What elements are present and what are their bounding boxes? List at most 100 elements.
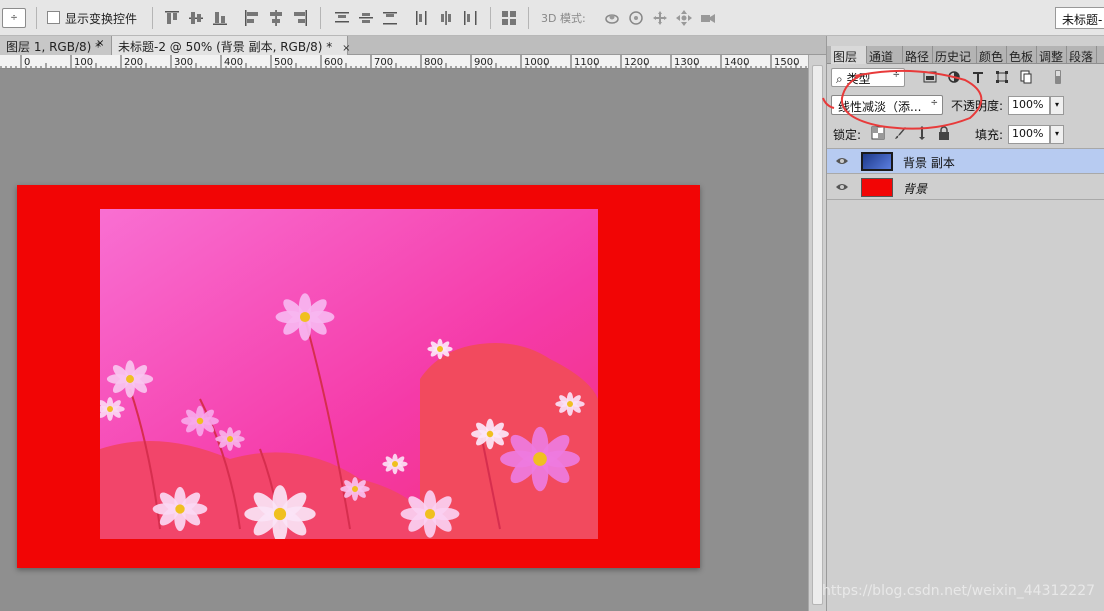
drag-icon[interactable] (652, 9, 668, 27)
adjustment-filter-icon[interactable] (947, 70, 961, 84)
align-right-icon[interactable] (292, 9, 308, 27)
panel-tab-bar: 图层 通道 路径 历史记 颜色 色板 调整 段落 (827, 46, 1104, 64)
chevron-down-icon: ÷ (892, 70, 900, 80)
align-top-icon[interactable] (164, 9, 180, 27)
tab-label: 图层 1, RGB/8) * (6, 40, 102, 54)
ruler-tick-label: 700 (374, 57, 393, 68)
filter-label: ⌕ 类型 (836, 72, 871, 86)
layer-row-background-copy[interactable]: 背景 副本 (827, 149, 1104, 174)
panel-tab[interactable]: 图层 (831, 46, 867, 64)
ruler-tick-label: 100 (74, 57, 93, 68)
align-bottom-icon[interactable] (212, 9, 228, 27)
opacity-dropdown-button[interactable]: ▾ (1050, 96, 1064, 115)
document-tab-untitled2[interactable]: 未标题-2 @ 50% (背景 副本, RGB/8) * × (112, 36, 350, 55)
panel-tab[interactable]: 调整 (1037, 46, 1067, 64)
lock-position-move-icon[interactable] (915, 126, 929, 140)
blend-mode-value: 线性减淡（添... (838, 100, 922, 114)
layer-filter-dropdown[interactable]: ⌕ 类型 ÷ (831, 68, 905, 87)
ruler-tick-label: 1500 (774, 57, 799, 68)
smart-filter-icon[interactable] (1019, 70, 1033, 84)
tab-label: 未标题-2 @ 50% (背景 副本, RGB/8) * (118, 40, 333, 54)
panel-tab[interactable]: 色板 (1007, 46, 1037, 64)
panel-tab[interactable]: 颜色 (977, 46, 1007, 64)
flower-center (567, 401, 573, 407)
ruler-tick-label: 600 (324, 57, 343, 68)
roll-icon[interactable] (628, 9, 644, 27)
tool-preset-dropdown[interactable]: ÷ (2, 8, 26, 28)
close-icon[interactable]: × (96, 38, 104, 49)
ruler-tick-label: 800 (424, 57, 443, 68)
flower-center (196, 417, 204, 425)
panel-tab[interactable]: 段落 (1067, 46, 1097, 64)
distribute-icon[interactable] (462, 9, 478, 27)
shape-filter-icon[interactable] (995, 70, 1009, 84)
separator (320, 7, 321, 29)
watermark-text: https://blog.csdn.net/weixin_44312227 (822, 583, 1096, 599)
eye-icon[interactable] (835, 181, 849, 193)
lock-icon[interactable] (937, 126, 951, 140)
document-selector[interactable]: 未标题- (1055, 7, 1104, 29)
distribute-icon[interactable] (334, 9, 350, 27)
flower-center (175, 504, 185, 514)
opacity-input[interactable]: 100% (1008, 96, 1050, 115)
flower-center (227, 436, 233, 442)
image-filter-icon[interactable] (923, 70, 937, 84)
lock-pixels-brush-icon[interactable] (893, 126, 907, 140)
separator (528, 7, 529, 29)
show-transform-controls-label: 显示变换控件 (65, 12, 138, 26)
3d-mode-label: 3D 模式: (541, 12, 586, 25)
distribute-icon[interactable] (501, 9, 517, 27)
fill-dropdown-button[interactable]: ▾ (1050, 125, 1064, 144)
flower-center (533, 452, 547, 466)
ruler-tick-label: 900 (474, 57, 493, 68)
panel-tab[interactable]: 通道 (867, 46, 903, 64)
ruler-tick-label: 300 (174, 57, 193, 68)
distribute-icon[interactable] (382, 9, 398, 27)
blend-mode-dropdown[interactable]: 线性减淡（添... ÷ (831, 95, 943, 115)
ruler-tick-label: 1200 (624, 57, 649, 68)
separator (490, 7, 491, 29)
options-bar: ÷ 显示变换控件 3D 模式: 未标题- (0, 0, 1104, 36)
show-transform-controls-checkbox[interactable] (47, 11, 60, 24)
layer-row-background[interactable]: 背景 (827, 175, 1104, 200)
ruler-tick-label: 1400 (724, 57, 749, 68)
align-vcenter-icon[interactable] (188, 9, 204, 27)
layer-thumbnail (861, 178, 893, 197)
ruler-tick-label: 1300 (674, 57, 699, 68)
lock-transparent-icon[interactable] (871, 126, 885, 140)
align-left-icon[interactable] (244, 9, 260, 27)
layer-name: 背景 (903, 182, 928, 196)
panel-tab[interactable]: 历史记 (933, 46, 977, 64)
close-icon[interactable]: × (342, 43, 350, 54)
layer-thumbnail (861, 152, 893, 171)
separator (152, 7, 153, 29)
flower-center (126, 375, 134, 383)
panel-tab[interactable]: 路径 (903, 46, 933, 64)
opacity-label: 不透明度: (951, 99, 1004, 113)
fill-input[interactable]: 100% (1008, 125, 1050, 144)
ruler-tick-label: 0 (24, 57, 30, 68)
fill-label: 填充: (975, 128, 1004, 142)
scrollbar-thumb[interactable] (812, 65, 823, 605)
camera-icon[interactable] (700, 9, 716, 27)
vertical-scrollbar[interactable] (808, 55, 826, 611)
distribute-icon[interactable] (358, 9, 374, 27)
flower-center (273, 507, 287, 521)
flower-center (299, 311, 311, 323)
type-filter-icon[interactable] (971, 70, 985, 84)
ruler-tick-label: 1000 (524, 57, 549, 68)
ruler-tick-label: 400 (224, 57, 243, 68)
flower-center (424, 508, 436, 520)
lock-label: 锁定: (833, 128, 862, 142)
layer-name: 背景 副本 (903, 156, 955, 170)
flower-center (437, 346, 443, 352)
filter-toggle-switch[interactable] (1051, 70, 1061, 84)
eye-icon[interactable] (835, 155, 849, 167)
distribute-icon[interactable] (414, 9, 430, 27)
distribute-icon[interactable] (438, 9, 454, 27)
slide-icon[interactable] (676, 9, 692, 27)
flower-center (352, 486, 358, 492)
align-hcenter-icon[interactable] (268, 9, 284, 27)
ruler-tick-label: 500 (274, 57, 293, 68)
orbit-icon[interactable] (604, 9, 620, 27)
